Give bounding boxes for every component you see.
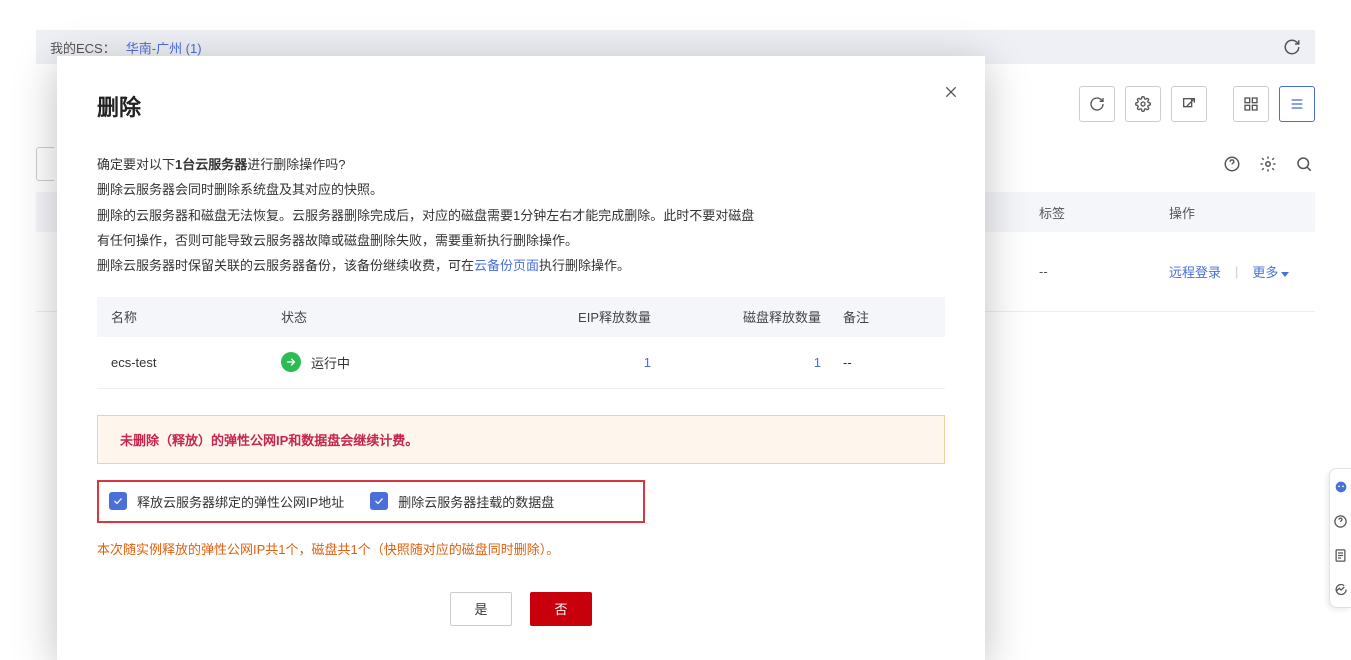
modal-title: 删除 xyxy=(97,90,945,122)
yes-button[interactable]: 是 xyxy=(450,592,512,626)
release-note: 本次随实例释放的弹性公网IP共1个，磁盘共1个（快照随对应的磁盘同时删除）。 xyxy=(97,539,945,558)
th-remark: 备注 xyxy=(821,307,931,326)
warning-text: 未删除（释放）的弹性公网IP和数据盘会继续计费。 xyxy=(120,433,418,448)
th-status: 状态 xyxy=(281,307,481,326)
close-icon xyxy=(943,84,959,100)
td-status: 运行中 xyxy=(311,353,350,372)
modal-table-head: 名称 状态 EIP释放数量 磁盘释放数量 备注 xyxy=(97,297,945,337)
close-button[interactable] xyxy=(939,80,963,104)
modal-table-row: ecs-test 运行中 1 1 -- xyxy=(97,337,945,389)
float-help-icon[interactable] xyxy=(1333,513,1349,529)
td-eip[interactable]: 1 xyxy=(481,355,651,370)
delete-datadisk-label: 删除云服务器挂载的数据盘 xyxy=(398,492,554,511)
td-disk[interactable]: 1 xyxy=(651,355,821,370)
delete-datadisk-checkbox[interactable]: 删除云服务器挂载的数据盘 xyxy=(370,492,554,511)
th-disk: 磁盘释放数量 xyxy=(651,307,821,326)
float-robot-icon[interactable] xyxy=(1333,479,1349,495)
float-chat-icon[interactable] xyxy=(1333,581,1349,597)
float-sidebar xyxy=(1329,468,1351,608)
th-eip: EIP释放数量 xyxy=(481,307,651,326)
cloud-backup-link[interactable]: 云备份页面 xyxy=(474,258,539,273)
th-name: 名称 xyxy=(111,307,281,326)
status-running-icon xyxy=(281,352,301,372)
modal-body: 确定要对以下1台云服务器进行删除操作吗? 删除云服务器会同时删除系统盘及其对应的… xyxy=(97,152,945,279)
release-eip-checkbox[interactable]: 释放云服务器绑定的弹性公网IP地址 xyxy=(109,492,344,511)
warning-box: 未删除（释放）的弹性公网IP和数据盘会继续计费。 xyxy=(97,415,945,464)
checkbox-checked-icon xyxy=(370,492,388,510)
td-remark: -- xyxy=(821,355,931,370)
float-doc-icon[interactable] xyxy=(1333,547,1349,563)
td-name: ecs-test xyxy=(111,355,281,370)
no-button[interactable]: 否 xyxy=(530,592,592,626)
release-eip-label: 释放云服务器绑定的弹性公网IP地址 xyxy=(137,492,344,511)
options-box: 释放云服务器绑定的弹性公网IP地址 删除云服务器挂载的数据盘 xyxy=(97,480,645,523)
checkbox-checked-icon xyxy=(109,492,127,510)
delete-modal: 删除 确定要对以下1台云服务器进行删除操作吗? 删除云服务器会同时删除系统盘及其… xyxy=(57,56,985,660)
